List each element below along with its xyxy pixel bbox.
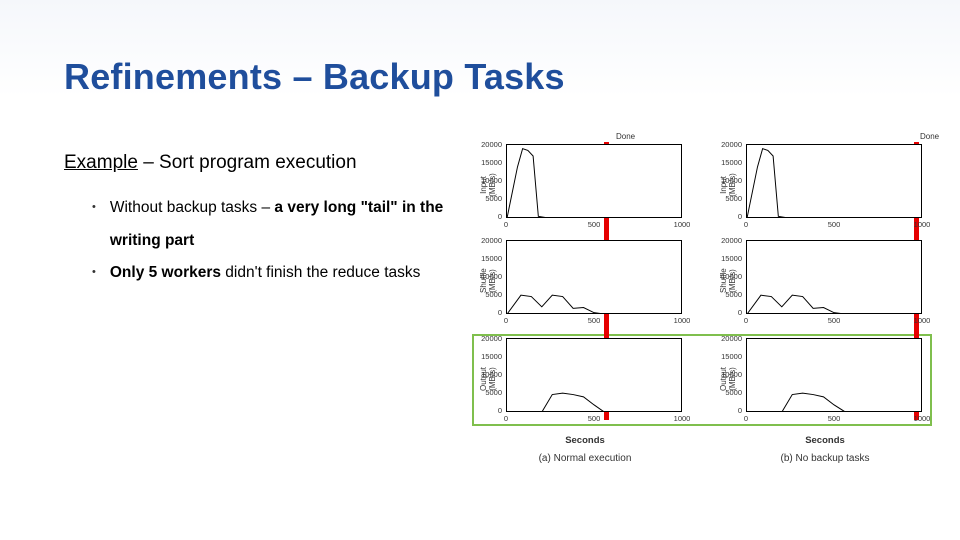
y-tick: 5000 (718, 388, 742, 397)
x-ticks: 05001000 (506, 414, 682, 426)
y-tick: 15000 (478, 158, 502, 167)
x-tick: 500 (584, 220, 604, 229)
y-tick: 10000 (478, 272, 502, 281)
example-rest: – Sort program execution (138, 152, 357, 173)
bullet-text: Only 5 workers didn't finish the reduce … (110, 257, 421, 290)
list-item: • Only 5 workers didn't finish the reduc… (92, 257, 452, 290)
x-tick: 1000 (672, 414, 692, 423)
page-title: Refinements – Backup Tasks (64, 56, 565, 98)
example-underline: Example (64, 152, 138, 173)
figure-caption: (b) No backup tasks (718, 453, 932, 464)
y-tick: 15000 (718, 158, 742, 167)
x-tick: 1000 (672, 316, 692, 325)
x-tick: 1000 (672, 220, 692, 229)
bullet-lead: Without backup tasks – (110, 199, 275, 216)
x-tick: 0 (736, 316, 756, 325)
x-ticks: 05001000 (746, 316, 922, 328)
y-tick: 20000 (718, 334, 742, 343)
x-ticks: 05001000 (506, 316, 682, 328)
mini-chart: Output (MB/s)200001500010000500000500100… (478, 338, 692, 428)
y-tick: 5000 (478, 388, 502, 397)
bullet-list: • Without backup tasks – a very long "ta… (92, 192, 452, 290)
y-tick: 20000 (478, 334, 502, 343)
y-tick: 10000 (478, 370, 502, 379)
x-tick: 500 (584, 414, 604, 423)
y-tick: 15000 (478, 352, 502, 361)
x-tick: 1000 (912, 316, 932, 325)
x-tick: 1000 (912, 220, 932, 229)
bullet-icon: • (92, 192, 96, 257)
x-ticks: 05001000 (746, 414, 922, 426)
chart-area (746, 338, 922, 412)
chart-area (506, 240, 682, 314)
mini-chart: Input (MB/s)2000015000100005000005001000 (478, 144, 692, 234)
y-tick: 15000 (718, 254, 742, 263)
chart-area (746, 240, 922, 314)
figure-column-a: Done Seconds (a) Normal execution Input … (478, 142, 692, 468)
x-tick: 500 (824, 316, 844, 325)
chart-area (746, 144, 922, 218)
done-label: Done (616, 132, 635, 141)
chart-area (506, 144, 682, 218)
y-tick: 10000 (718, 272, 742, 281)
y-tick: 10000 (718, 370, 742, 379)
bullet-bold: Only 5 workers (110, 264, 221, 281)
mini-chart: Output (MB/s)200001500010000500000500100… (718, 338, 932, 428)
y-tick: 15000 (718, 352, 742, 361)
bullet-icon: • (92, 257, 96, 290)
x-ticks: 05001000 (506, 220, 682, 232)
x-tick: 0 (736, 220, 756, 229)
x-tick: 0 (496, 414, 516, 423)
x-tick: 1000 (912, 414, 932, 423)
y-tick: 5000 (478, 290, 502, 299)
bullet-rest: didn't finish the reduce tasks (221, 264, 420, 281)
y-tick: 20000 (478, 140, 502, 149)
x-ticks: 05001000 (746, 220, 922, 232)
y-tick: 5000 (478, 194, 502, 203)
x-tick: 500 (824, 220, 844, 229)
y-tick: 15000 (478, 254, 502, 263)
example-line: Example – Sort program execution (64, 152, 357, 174)
y-tick: 10000 (718, 176, 742, 185)
y-tick: 20000 (718, 236, 742, 245)
slide: Refinements – Backup Tasks Example – Sor… (0, 0, 960, 540)
y-tick: 5000 (718, 290, 742, 299)
mini-chart: Input (MB/s)2000015000100005000005001000 (718, 144, 932, 234)
done-label: Done (920, 132, 939, 141)
y-tick: 5000 (718, 194, 742, 203)
figure-column-b: Done Seconds (b) No backup tasks Input (… (718, 142, 932, 468)
x-tick: 500 (824, 414, 844, 423)
chart-area (506, 338, 682, 412)
figure: Done Seconds (a) Normal execution Input … (472, 142, 932, 468)
x-tick: 0 (736, 414, 756, 423)
bullet-text: Without backup tasks – a very long "tail… (110, 192, 452, 257)
y-tick: 20000 (718, 140, 742, 149)
y-tick: 10000 (478, 176, 502, 185)
mini-chart: Shuffle (MB/s)20000150001000050000050010… (718, 240, 932, 330)
x-axis-label: Seconds (478, 435, 692, 446)
x-tick: 0 (496, 316, 516, 325)
y-tick: 20000 (478, 236, 502, 245)
x-tick: 0 (496, 220, 516, 229)
mini-chart: Shuffle (MB/s)20000150001000050000050010… (478, 240, 692, 330)
x-tick: 500 (584, 316, 604, 325)
x-axis-label: Seconds (718, 435, 932, 446)
list-item: • Without backup tasks – a very long "ta… (92, 192, 452, 257)
figure-caption: (a) Normal execution (478, 453, 692, 464)
